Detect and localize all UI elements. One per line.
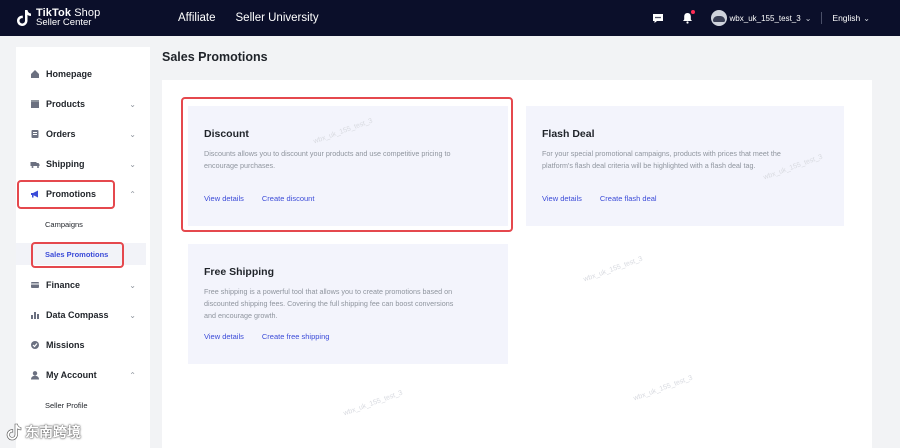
card-title: Flash Deal	[542, 128, 595, 140]
sidebar-subitem-label: Seller Profile	[45, 400, 88, 410]
chart-icon	[30, 310, 40, 320]
watermark-logo-text: 东南跨境	[25, 424, 81, 440]
sidebar-item-label: Missions	[46, 340, 85, 350]
tiktok-shop-logo[interactable]: TikTok Shop Seller Center	[16, 8, 166, 28]
card-title: Free Shipping	[204, 266, 275, 278]
create-flash-deal-link[interactable]: Create flash deal	[600, 194, 657, 203]
sidebar-item-finance[interactable]: Finance ⌄	[16, 274, 150, 296]
watermark: wbx_uk_155_test_3	[632, 374, 694, 403]
chevron-down-icon: ⌄	[129, 310, 136, 320]
highlight-box-discount	[181, 97, 513, 232]
bell-icon[interactable]	[681, 10, 695, 25]
free-shipping-card: Free Shipping Free shipping is a powerfu…	[188, 244, 508, 364]
view-details-link[interactable]: View details	[542, 194, 582, 203]
card-description: Free shipping is a powerful tool that al…	[204, 286, 453, 322]
sidebar-item-label: Homepage	[46, 69, 93, 79]
watermark-logo-icon	[6, 423, 22, 441]
card-description-line: For your special promotional campaigns, …	[542, 149, 781, 158]
top-nav: Affiliate Seller University	[178, 12, 319, 24]
corner-watermark-logo: 东南跨境	[6, 422, 81, 442]
sidebar-item-shipping[interactable]: Shipping ⌄	[16, 153, 150, 175]
top-right-actions: wbx_uk_155_test_3 ⌄ English ⌄	[651, 0, 870, 36]
account-icon	[30, 370, 40, 380]
card-links: View details Create flash deal	[542, 194, 657, 203]
avatar[interactable]	[710, 10, 727, 26]
sidebar-item-label: Products	[46, 99, 86, 109]
account-name[interactable]: wbx_uk_155_test_3	[730, 14, 801, 23]
top-bar: TikTok Shop Seller Center Affiliate Sell…	[0, 0, 900, 36]
watermark: wbx_uk_155_test_3	[342, 389, 404, 418]
chevron-down-icon: ⌄	[129, 280, 136, 290]
card-description-line: and encourage growth.	[204, 311, 278, 320]
language-selector[interactable]: English	[832, 13, 860, 23]
chevron-up-icon: ⌃	[129, 189, 136, 199]
card-description-line: discounted shipping fees. Covering the f…	[204, 299, 454, 308]
sidebar-subitem-seller-profile[interactable]: Seller Profile	[16, 394, 146, 416]
sidebar-subitem-label: Campaigns	[45, 219, 83, 229]
sidebar-item-my-account[interactable]: My Account ⌃	[16, 364, 150, 386]
card-description-line: platform's flash deal criteria will be h…	[542, 161, 756, 170]
page-title: Sales Promotions	[162, 50, 268, 64]
create-free-shipping-link[interactable]: Create free shipping	[262, 332, 330, 341]
products-icon	[30, 99, 40, 109]
sidebar-item-label: My Account	[46, 370, 97, 380]
card-description-line: Free shipping is a powerful tool that al…	[204, 287, 453, 296]
sidebar-item-label: Shipping	[46, 159, 85, 169]
chevron-down-icon: ⌄	[129, 99, 136, 109]
highlight-box-promotions	[17, 180, 115, 209]
nav-seller-university[interactable]: Seller University	[236, 12, 319, 24]
finance-icon	[30, 280, 40, 290]
sidebar-item-products[interactable]: Products ⌄	[16, 93, 150, 115]
card-description: For your special promotional campaigns, …	[542, 148, 781, 172]
sidebar-item-label: Orders	[46, 129, 76, 139]
chevron-down-icon: ⌄	[129, 129, 136, 139]
sidebar-item-missions[interactable]: Missions	[16, 334, 150, 356]
chat-icon[interactable]	[651, 11, 665, 25]
shipping-icon	[30, 159, 40, 169]
watermark: wbx_uk_155_test_3	[582, 255, 644, 284]
chevron-down-icon: ⌄	[129, 159, 136, 169]
chevron-down-icon[interactable]: ⌄	[863, 14, 870, 23]
sidebar-subitem-campaigns[interactable]: Campaigns	[16, 213, 146, 235]
sidebar-item-data-compass[interactable]: Data Compass ⌄	[16, 304, 150, 326]
notification-dot	[690, 10, 695, 14]
chevron-up-icon: ⌃	[129, 370, 136, 380]
card-links: View details Create free shipping	[204, 332, 329, 341]
nav-affiliate[interactable]: Affiliate	[178, 12, 216, 24]
tiktok-logo-icon	[16, 9, 32, 27]
orders-icon	[30, 129, 40, 139]
sidebar-item-orders[interactable]: Orders ⌄	[16, 123, 150, 145]
home-icon	[30, 69, 40, 79]
chevron-down-icon[interactable]: ⌄	[805, 14, 812, 23]
view-details-link[interactable]: View details	[204, 332, 244, 341]
missions-icon	[30, 340, 40, 350]
highlight-box-sales-promotions	[31, 242, 124, 268]
divider	[821, 12, 823, 24]
logo-seller-center: Seller Center	[36, 17, 92, 28]
sidebar-item-label: Finance	[46, 280, 81, 290]
sidebar-item-homepage[interactable]: Homepage	[16, 63, 150, 85]
sidebar-item-label: Data Compass	[46, 310, 109, 320]
